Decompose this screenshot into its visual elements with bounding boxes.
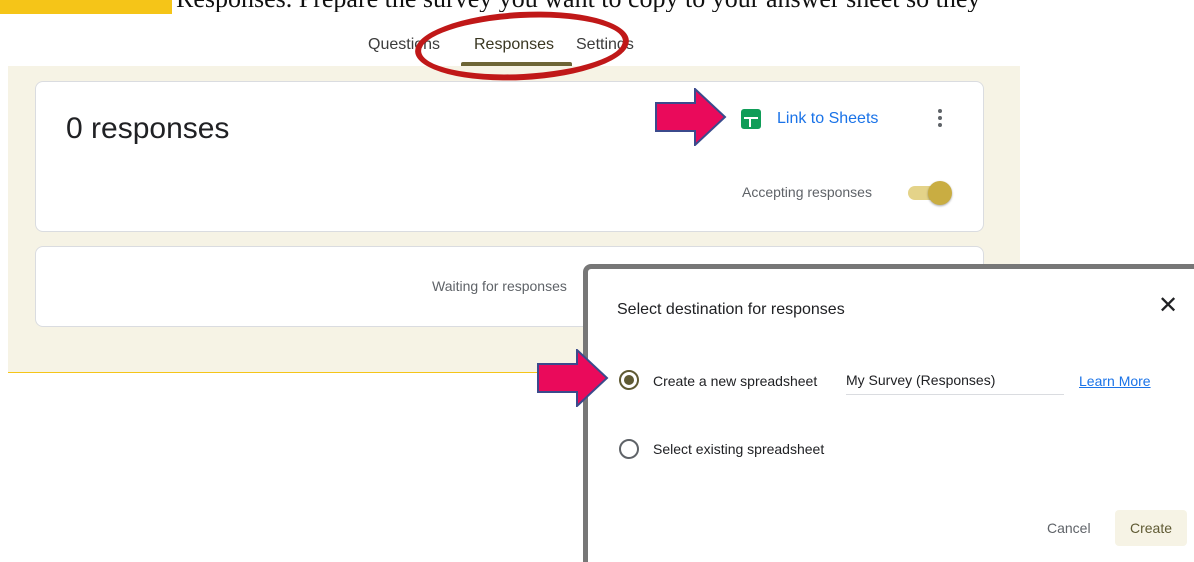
document-text-fragment: Responses. Prepare the survey you want t… [176,0,1194,12]
link-to-sheets-button[interactable]: Link to Sheets [741,106,878,132]
dialog-title: Select destination for responses [617,301,845,318]
document-highlight [0,0,172,14]
radio-select-existing[interactable] [619,439,639,459]
create-button[interactable]: Create [1115,510,1187,546]
accepting-responses-label: Accepting responses [742,184,872,200]
toggle-thumb [928,181,952,205]
select-existing-spreadsheet-label[interactable]: Select existing spreadsheet [653,441,824,457]
more-options-icon[interactable] [932,106,948,132]
accepting-responses-toggle[interactable] [906,180,952,205]
close-icon[interactable]: ✕ [1156,294,1180,318]
spreadsheet-name-input[interactable] [846,366,1064,395]
cancel-button[interactable]: Cancel [1047,510,1091,546]
responses-summary-card: 0 responses Link to Sheets Accepting res… [35,81,984,232]
responses-count: 0 responses [66,112,230,145]
create-new-spreadsheet-label[interactable]: Create a new spreadsheet [653,373,817,389]
annotation-arrow-link-to-sheets [655,88,727,146]
sheets-icon [741,109,761,129]
waiting-for-responses-text: Waiting for responses [432,278,567,294]
learn-more-link[interactable]: Learn More [1079,373,1151,389]
annotation-arrow-create-new [537,349,609,407]
select-destination-dialog: Select destination for responses ✕ Creat… [583,264,1194,562]
radio-create-new[interactable] [619,370,639,390]
link-to-sheets-label: Link to Sheets [777,110,879,127]
